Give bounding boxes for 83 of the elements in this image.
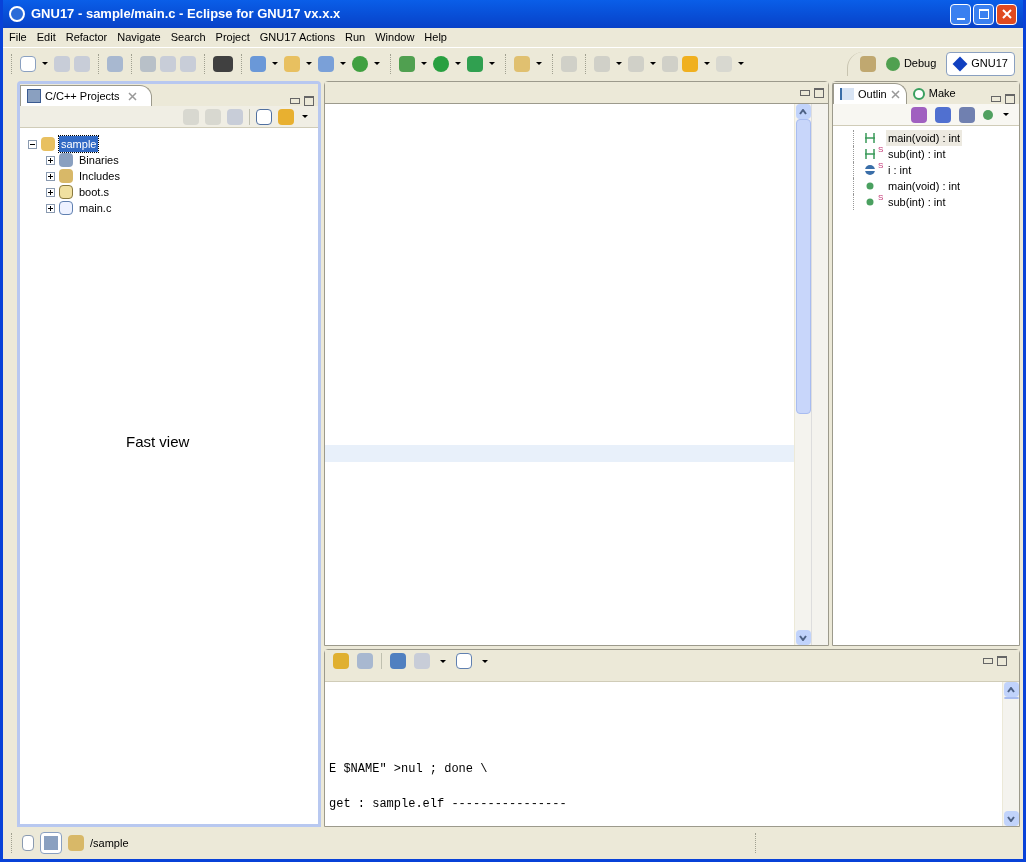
status-path: /sample — [90, 835, 129, 851]
menu-item[interactable]: Search — [170, 29, 206, 46]
expand-icon[interactable] — [46, 155, 55, 165]
console-line: get : sample.elf ---------------- — [329, 796, 568, 813]
caret-icon[interactable] — [489, 62, 495, 65]
minimize-button[interactable] — [950, 3, 971, 25]
caret-icon[interactable] — [306, 62, 312, 65]
caret-icon[interactable] — [421, 62, 427, 65]
caret-icon[interactable] — [616, 62, 622, 65]
fast-view-caption: Fast view — [126, 433, 190, 450]
menu-item[interactable]: Navigate — [117, 29, 161, 46]
menu-item[interactable]: Window — [375, 29, 415, 46]
method-icon — [864, 132, 876, 144]
outline-item[interactable]: sub(int) : int — [886, 193, 948, 211]
scrollbar[interactable] — [1002, 682, 1019, 826]
minimize-icon[interactable] — [290, 98, 300, 104]
tree-item[interactable]: sample — [59, 135, 99, 153]
method-icon — [864, 148, 876, 160]
caret-icon[interactable] — [272, 62, 278, 65]
expand-icon[interactable] — [46, 203, 55, 213]
menu-item[interactable]: Run — [345, 29, 366, 46]
caret-icon[interactable] — [340, 62, 346, 65]
field-icon — [864, 164, 876, 176]
static-marker: S — [878, 193, 884, 202]
tree-item[interactable]: main.c — [77, 199, 114, 217]
projects-view-icon — [27, 89, 41, 103]
scroll-down-icon — [1007, 815, 1015, 822]
menu-item[interactable]: Refactor — [65, 29, 108, 46]
outline-item[interactable]: sub(int) : int — [886, 145, 948, 163]
minimize-icon[interactable] — [983, 658, 993, 664]
window-title: GNU17 - sample/main.c - Eclipse for GNU17 vx.x.x — [31, 5, 341, 24]
static-marker: S — [878, 161, 884, 170]
tree-item[interactable]: Binaries — [77, 151, 121, 169]
outline-item[interactable]: main(void) : int — [886, 129, 963, 147]
outline-item[interactable]: i : int — [886, 161, 914, 179]
maximize-button[interactable] — [973, 3, 994, 25]
dot-icon — [864, 180, 876, 192]
close-icon[interactable] — [890, 89, 900, 99]
app-logo-icon — [9, 6, 25, 22]
caret-icon[interactable] — [374, 62, 380, 65]
caret-icon[interactable] — [482, 659, 488, 663]
scroll-up-icon — [799, 108, 807, 115]
menu-item[interactable]: Help — [424, 29, 447, 46]
collapse-icon[interactable] — [28, 139, 37, 149]
caret-icon[interactable] — [440, 659, 446, 663]
outline-item[interactable]: main(void) : int — [886, 177, 963, 195]
view-tab[interactable]: C/C++ Projects — [20, 85, 152, 106]
scroll-down-icon — [799, 634, 807, 641]
outline-icon — [840, 88, 854, 100]
caret-icon[interactable] — [42, 62, 48, 65]
close-icon[interactable] — [127, 91, 137, 101]
minimize-icon[interactable] — [800, 89, 810, 96]
scrollbar[interactable] — [794, 104, 811, 645]
caret-icon[interactable] — [650, 62, 656, 65]
tree-item[interactable]: Includes — [77, 167, 122, 185]
dot-icon — [864, 196, 876, 208]
menu-item[interactable]: Project — [215, 29, 250, 46]
static-marker: S — [878, 145, 884, 154]
caret-icon[interactable] — [704, 62, 710, 65]
perspective-button[interactable]: GNU17 — [946, 51, 1015, 76]
diamond-logo-icon — [952, 56, 968, 71]
perspective-button[interactable]: Debug — [879, 51, 943, 76]
caret-icon[interactable] — [536, 62, 542, 65]
view-tab[interactable]: Outlin — [833, 83, 907, 104]
caret-icon[interactable] — [302, 115, 308, 118]
maximize-icon[interactable] — [814, 87, 824, 98]
maximize-icon[interactable] — [997, 656, 1007, 666]
expand-icon[interactable] — [46, 187, 55, 197]
close-button[interactable] — [996, 3, 1017, 25]
menu-item[interactable]: GNU17 Actions — [259, 29, 335, 46]
target-icon — [912, 87, 925, 100]
caret-icon[interactable] — [455, 62, 461, 65]
projects-view-icon[interactable] — [40, 832, 62, 854]
menu-item[interactable]: File — [9, 29, 27, 46]
minimize-icon[interactable] — [991, 96, 1001, 102]
menu-item[interactable]: Edit — [36, 29, 56, 46]
tree-item[interactable]: boot.s — [77, 183, 111, 201]
console-line: E $NAME" >nul ; done \ — [329, 761, 489, 778]
caret-icon[interactable] — [738, 62, 744, 65]
caret-icon[interactable] — [1003, 113, 1009, 116]
scroll-up-icon — [1007, 686, 1015, 693]
expand-icon[interactable] — [46, 171, 55, 181]
close-icon — [1001, 9, 1012, 19]
